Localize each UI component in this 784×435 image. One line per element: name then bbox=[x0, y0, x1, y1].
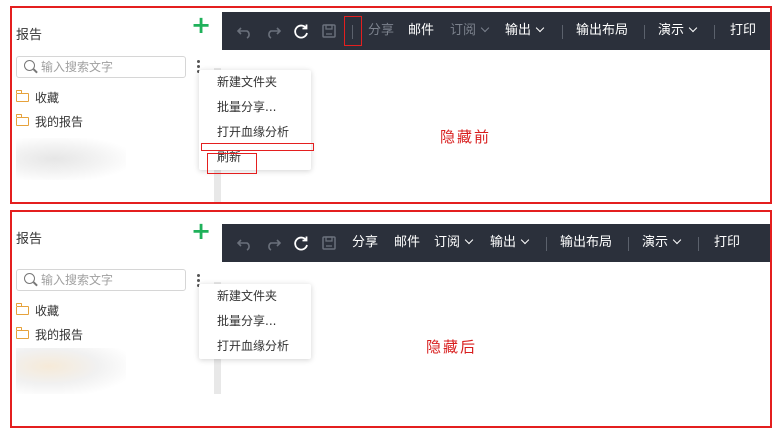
refresh-icon[interactable] bbox=[292, 234, 310, 252]
toolbar-separator bbox=[546, 237, 547, 251]
highlight-refresh-item bbox=[207, 153, 257, 174]
folder-icon bbox=[16, 326, 29, 339]
undo-icon[interactable] bbox=[236, 22, 254, 40]
folder-icon bbox=[16, 113, 29, 126]
highlight-menu-divider bbox=[201, 143, 314, 151]
subscribe-label: 订阅 bbox=[450, 23, 477, 38]
toolbar-separator bbox=[698, 237, 699, 251]
before-hide-panel: 报告 + 收藏 我的报告 分享 邮件 bbox=[10, 6, 772, 204]
report-sidebar: 报告 + 收藏 我的报告 bbox=[12, 212, 221, 426]
redo-icon[interactable] bbox=[264, 22, 282, 40]
report-toolbar: 分享 邮件 订阅 输出 输出布局 演示 打印 bbox=[222, 12, 770, 50]
search-input[interactable] bbox=[41, 272, 181, 288]
print-button[interactable]: 打印 bbox=[714, 224, 740, 262]
search-icon bbox=[24, 60, 35, 71]
toolbar-separator bbox=[714, 25, 715, 39]
folder-icon bbox=[16, 89, 29, 102]
save-icon[interactable] bbox=[320, 22, 338, 40]
menu-item-batch-share[interactable]: 批量分享... bbox=[199, 95, 311, 120]
tree-item-label: 收藏 bbox=[35, 90, 60, 105]
mail-button[interactable]: 邮件 bbox=[394, 224, 420, 262]
menu-item-new-folder[interactable]: 新建文件夹 bbox=[199, 284, 311, 309]
search-box[interactable] bbox=[16, 269, 186, 291]
output-layout-button[interactable]: 输出布局 bbox=[560, 224, 612, 262]
chevron-down-icon bbox=[520, 235, 530, 245]
search-icon bbox=[24, 273, 35, 284]
subscribe-dropdown[interactable]: 订阅 bbox=[450, 12, 490, 50]
output-label: 输出 bbox=[505, 23, 532, 38]
share-button[interactable]: 分享 bbox=[368, 12, 394, 50]
plus-icon[interactable]: + bbox=[190, 13, 212, 37]
tree-item-label: 我的报告 bbox=[35, 327, 84, 342]
toolbar-separator bbox=[562, 25, 563, 39]
subscribe-label: 订阅 bbox=[434, 235, 461, 250]
search-box[interactable] bbox=[16, 56, 186, 78]
chevron-down-icon bbox=[464, 235, 474, 245]
toolbar-separator bbox=[644, 25, 645, 39]
annotation-after: 隐藏后 bbox=[426, 338, 478, 356]
blurred-thumbnail bbox=[16, 348, 126, 394]
mail-button[interactable]: 邮件 bbox=[408, 12, 434, 50]
blurred-thumbnail bbox=[16, 138, 126, 180]
toolbar-separator bbox=[628, 237, 629, 251]
tree-item-my-reports[interactable]: 我的报告 bbox=[16, 325, 83, 343]
tree-item-favorites[interactable]: 收藏 bbox=[16, 301, 59, 319]
output-dropdown[interactable]: 输出 bbox=[490, 224, 530, 262]
annotation-before: 隐藏前 bbox=[440, 128, 492, 146]
after-hide-panel: 报告 + 收藏 我的报告 分享 邮件 订阅 bbox=[10, 210, 772, 428]
report-toolbar: 分享 邮件 订阅 输出 输出布局 演示 打印 bbox=[222, 224, 770, 262]
chevron-down-icon bbox=[672, 235, 682, 245]
report-sidebar: 报告 + 收藏 我的报告 bbox=[12, 8, 221, 202]
present-label: 演示 bbox=[642, 235, 669, 250]
chevron-down-icon bbox=[480, 23, 490, 33]
share-button[interactable]: 分享 bbox=[352, 224, 378, 262]
output-label: 输出 bbox=[490, 235, 517, 250]
chevron-down-icon bbox=[688, 23, 698, 33]
refresh-icon[interactable] bbox=[292, 22, 310, 40]
print-button[interactable]: 打印 bbox=[730, 12, 756, 50]
output-layout-button[interactable]: 输出布局 bbox=[576, 12, 628, 50]
highlight-hidden-separator bbox=[344, 16, 362, 46]
output-dropdown[interactable]: 输出 bbox=[505, 12, 545, 50]
tree-item-label: 收藏 bbox=[35, 303, 60, 318]
menu-item-new-folder[interactable]: 新建文件夹 bbox=[199, 70, 311, 95]
plus-icon[interactable]: + bbox=[190, 219, 212, 243]
sidebar-title: 报告 bbox=[16, 232, 43, 247]
tree-item-favorites[interactable]: 收藏 bbox=[16, 88, 59, 106]
tree-item-label: 我的报告 bbox=[35, 114, 84, 129]
subscribe-dropdown[interactable]: 订阅 bbox=[434, 224, 474, 262]
redo-icon[interactable] bbox=[264, 234, 282, 252]
menu-item-lineage-analysis[interactable]: 打开血缘分析 bbox=[199, 334, 311, 359]
chevron-down-icon bbox=[535, 23, 545, 33]
present-dropdown[interactable]: 演示 bbox=[642, 224, 682, 262]
context-menu: 新建文件夹 批量分享... 打开血缘分析 bbox=[199, 284, 311, 359]
folder-icon bbox=[16, 302, 29, 315]
menu-item-lineage-analysis[interactable]: 打开血缘分析 bbox=[199, 120, 311, 145]
tree-item-my-reports[interactable]: 我的报告 bbox=[16, 112, 83, 130]
menu-item-batch-share[interactable]: 批量分享... bbox=[199, 309, 311, 334]
search-input[interactable] bbox=[41, 59, 181, 75]
undo-icon[interactable] bbox=[236, 234, 254, 252]
present-dropdown[interactable]: 演示 bbox=[658, 12, 698, 50]
present-label: 演示 bbox=[658, 23, 685, 38]
sidebar-title: 报告 bbox=[16, 28, 43, 43]
save-icon[interactable] bbox=[320, 234, 338, 252]
